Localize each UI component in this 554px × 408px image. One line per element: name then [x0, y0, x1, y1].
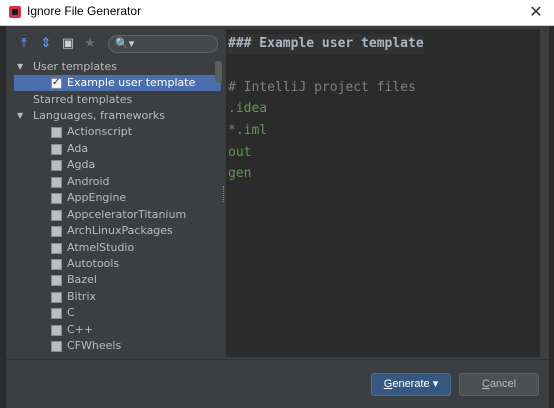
- tree-item-label: Agda: [67, 158, 96, 171]
- generate-label: enerate: [392, 378, 430, 390]
- checkbox[interactable]: [51, 341, 62, 352]
- checkbox[interactable]: [51, 325, 62, 336]
- expanded-arrow-icon[interactable]: ▼: [17, 59, 23, 75]
- template-preview-editor[interactable]: ### Example user template # IntelliJ pro…: [226, 29, 540, 357]
- code-line: # IntelliJ project files: [228, 80, 416, 95]
- cancel-label: ancel: [489, 378, 517, 390]
- tree-item-label: Example user template: [67, 76, 196, 89]
- background-strip-left: [0, 26, 6, 408]
- footer-divider: [6, 359, 549, 360]
- code-line: out: [228, 145, 252, 160]
- checkbox[interactable]: [51, 308, 62, 319]
- tree-toolbar: ⤒ ⇕ ▣ ★ 🔍▾: [14, 34, 222, 56]
- cancel-button[interactable]: Cancel: [459, 373, 539, 396]
- tree-item-label: AtmelStudio: [67, 241, 135, 254]
- tree-item[interactable]: C: [14, 305, 222, 321]
- checkbox[interactable]: [51, 292, 62, 303]
- tree-item[interactable]: CFWheels: [14, 338, 222, 354]
- tree-item-label: AppEngine: [67, 191, 127, 204]
- checkbox[interactable]: [51, 193, 62, 204]
- code-line: ### Example user template: [228, 34, 424, 54]
- unselect-all-icon[interactable]: ▣: [60, 36, 76, 52]
- tree-item-label: C++: [67, 323, 94, 336]
- cancel-mnemonic: C: [481, 378, 490, 390]
- checkbox[interactable]: [51, 177, 62, 188]
- tree-item-label: Ada: [67, 142, 89, 155]
- tree-item[interactable]: AtmelStudio: [14, 240, 222, 256]
- tree-item-label: CFWheels: [67, 339, 122, 352]
- code-line: *.iml: [228, 123, 268, 138]
- star-icon[interactable]: ★: [82, 36, 98, 52]
- collapse-all-icon[interactable]: ⇕: [38, 36, 54, 52]
- template-tree: ▼ User templates Example user template S…: [14, 59, 222, 355]
- code-line: gen: [228, 166, 252, 181]
- tree-node-user-templates[interactable]: ▼ User templates: [14, 59, 222, 75]
- code-line: .idea: [228, 101, 268, 116]
- tree-item-label: Autotools: [67, 257, 120, 270]
- generate-button[interactable]: Generate ▾: [371, 373, 451, 396]
- tree-item[interactable]: Android: [14, 174, 222, 190]
- close-button[interactable]: ✕: [526, 2, 546, 22]
- tree-item[interactable]: Bitrix: [14, 289, 222, 305]
- background-strip-right: [549, 26, 554, 408]
- search-input[interactable]: 🔍▾: [108, 35, 218, 53]
- tree-node-label: User templates: [33, 60, 117, 73]
- tree-item-label: AppceleratorTitanium: [67, 208, 187, 221]
- checkbox[interactable]: [51, 160, 62, 171]
- tree-item-label: Actionscript: [67, 125, 133, 138]
- app-logo-icon: [9, 6, 21, 18]
- tree-item[interactable]: Agda: [14, 157, 222, 173]
- tree-node-label: Starred templates: [33, 93, 133, 106]
- checkbox[interactable]: [51, 275, 62, 286]
- checkbox[interactable]: [51, 243, 62, 254]
- tree-node-starred-templates[interactable]: Starred templates: [14, 92, 222, 108]
- tree-node-languages-frameworks[interactable]: ▼ Languages, frameworks: [14, 108, 222, 124]
- expanded-arrow-icon[interactable]: ▼: [17, 108, 23, 124]
- expand-all-icon[interactable]: ⤒: [16, 36, 32, 52]
- tree-node-label: Languages, frameworks: [33, 109, 165, 122]
- title-bar: Ignore File Generator ✕: [0, 0, 554, 26]
- dropdown-arrow-icon: ▾: [429, 378, 439, 390]
- tree-item[interactable]: Ada: [14, 141, 222, 157]
- tree-item-label: Bazel: [67, 273, 97, 286]
- checkbox[interactable]: [51, 210, 62, 221]
- tree-item-label: ArchLinuxPackages: [67, 224, 173, 237]
- tree-item-label: C: [67, 306, 75, 319]
- checkbox[interactable]: [51, 144, 62, 155]
- tree-item-label: Bitrix: [67, 290, 97, 303]
- tree-item[interactable]: ArchLinuxPackages: [14, 223, 222, 239]
- tree-item[interactable]: Autotools: [14, 256, 222, 272]
- tree-item[interactable]: AppEngine: [14, 190, 222, 206]
- scrollbar-thumb[interactable]: [215, 61, 222, 83]
- checkbox[interactable]: [51, 226, 62, 237]
- search-icon[interactable]: 🔍▾: [115, 36, 134, 52]
- checkbox[interactable]: [51, 127, 62, 138]
- tree-item[interactable]: Actionscript: [14, 124, 222, 140]
- window-title: Ignore File Generator: [27, 4, 142, 18]
- tree-item-label: Android: [67, 175, 110, 188]
- tree-item[interactable]: C++: [14, 322, 222, 338]
- checkbox[interactable]: [51, 259, 62, 270]
- tree-item[interactable]: Bazel: [14, 272, 222, 288]
- tree-item[interactable]: AppceleratorTitanium: [14, 207, 222, 223]
- checkbox-checked[interactable]: [51, 75, 62, 91]
- tree-item-example-user-template[interactable]: Example user template: [14, 75, 221, 91]
- tree-scrollbar[interactable]: [215, 59, 222, 355]
